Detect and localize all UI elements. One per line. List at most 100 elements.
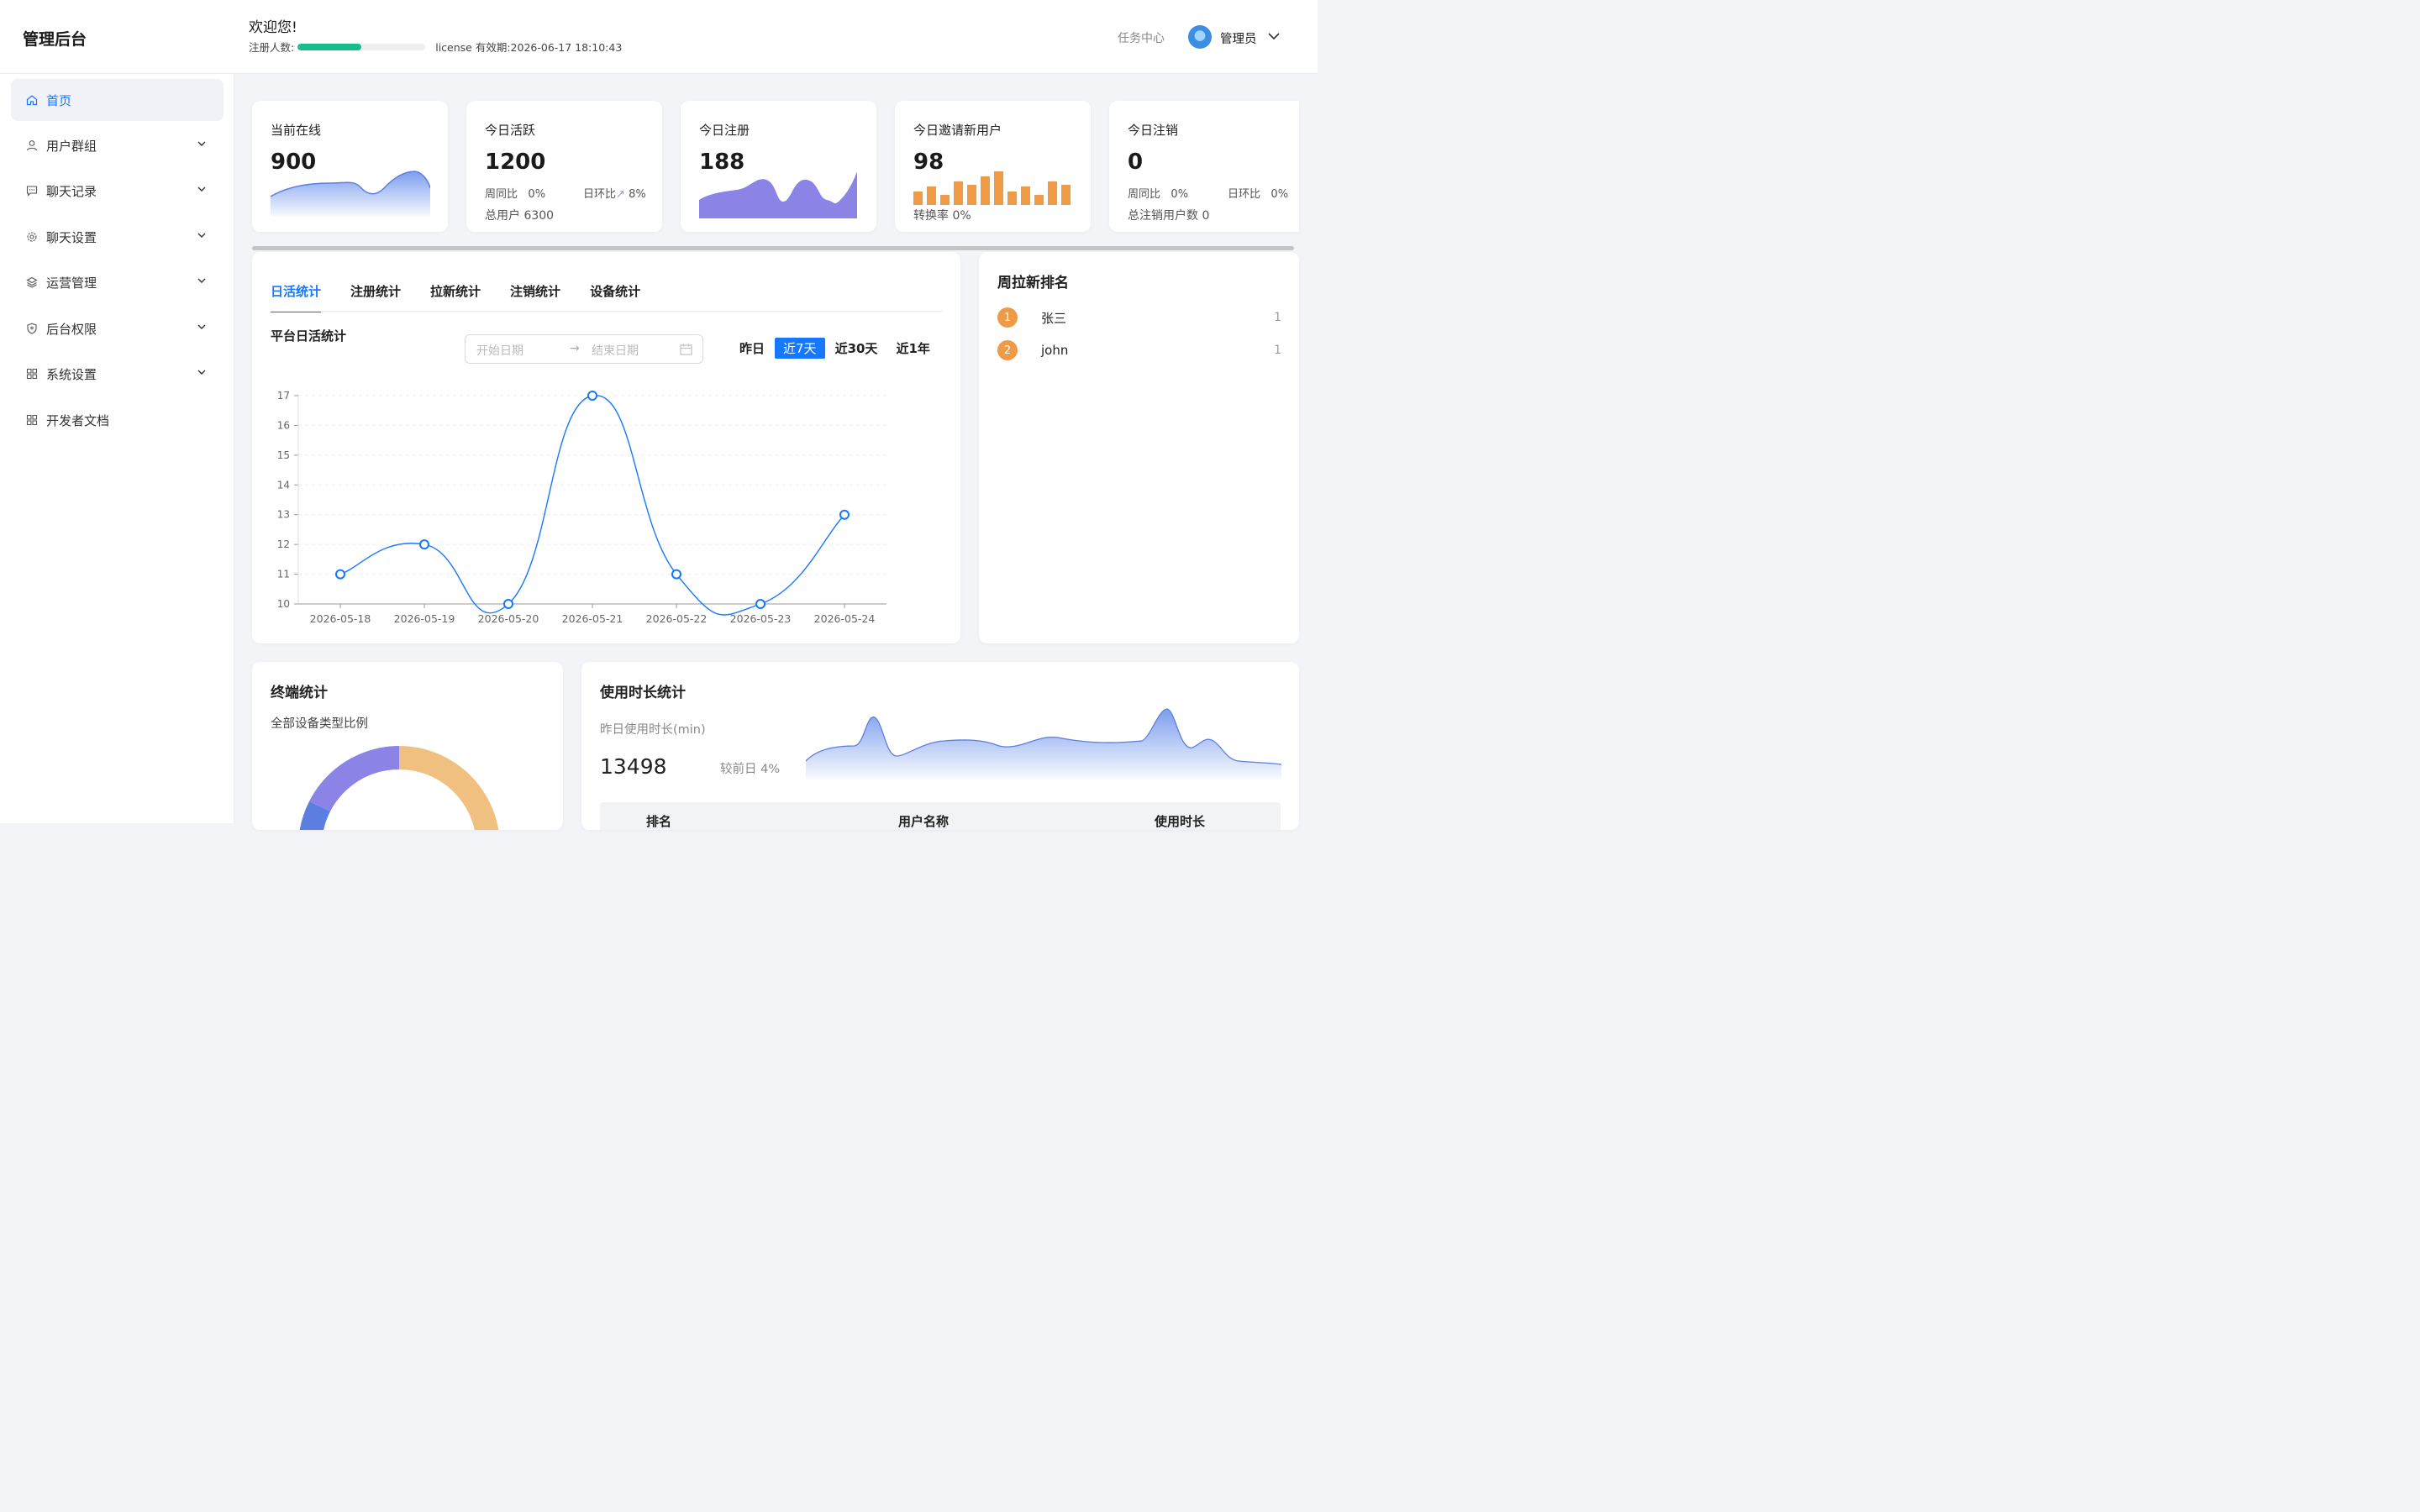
layers-icon	[26, 276, 38, 288]
range-1year-button[interactable]: 近1年	[887, 338, 938, 359]
start-date-input[interactable]: 开始日期	[476, 342, 523, 359]
date-range-picker[interactable]: 开始日期 → 结束日期	[465, 334, 703, 364]
ranking-title: 周拉新排名	[997, 275, 1069, 291]
week-compare-label: 周同比	[485, 188, 518, 201]
usage-label: 昨日使用时长(min)	[600, 723, 706, 737]
shield-icon	[26, 323, 38, 334]
online-sparkline	[271, 171, 430, 217]
terminal-title: 终端统计	[271, 685, 328, 701]
registration-progress-fill	[297, 43, 362, 50]
stat-value: 1200	[485, 150, 546, 175]
week-compare-value: 0%	[1171, 188, 1189, 201]
top-header: 管理后台 欢迎您! 注册人数: license 有效期:2026-06-17 1…	[0, 0, 1318, 74]
stat-title: 今日注册	[699, 123, 750, 138]
x-tick-label: 2026-05-22	[646, 612, 708, 625]
daily-active-line-chart: 10 11 12 13 14 15 16 17 2026-05-18 2026-05-19 2026…	[277, 390, 886, 625]
tabs-divider	[271, 311, 943, 312]
chevron-down-icon	[197, 141, 206, 146]
sidebar-item-user-groups[interactable]: 用户群组	[11, 124, 224, 166]
calendar-icon	[680, 344, 692, 355]
stat-card-invite: 今日邀请新用户 98 转换率 0%	[895, 101, 1091, 232]
weekly-invite-ranking-card: 周拉新排名 1 张三 1 2 john 1	[979, 252, 1299, 643]
usage-duration-card: 使用时长统计 昨日使用时长(min) 13498 较前日 4% 排名 用户名称 …	[581, 662, 1299, 830]
data-point	[419, 539, 429, 550]
usage-compare: 较前日 4%	[720, 763, 781, 776]
x-tick-label: 2026-05-23	[730, 612, 792, 625]
user-icon	[26, 139, 38, 151]
chevron-down-icon[interactable]	[1267, 30, 1281, 42]
chevron-down-icon	[197, 278, 206, 283]
sidebar-item-label: 首页	[46, 92, 72, 108]
y-tick-label: 15	[277, 449, 290, 461]
sidebar-item-label: 系统设置	[46, 366, 97, 382]
chart-tabs: 日活统计 注册统计 拉新统计 注销统计 设备统计	[271, 282, 670, 312]
stat-value: 0	[1128, 150, 1144, 175]
registration-label: 注册人数:	[249, 41, 295, 54]
task-center-link[interactable]: 任务中心	[1118, 29, 1165, 46]
rank-badge: 1	[997, 307, 1018, 328]
terminal-stats-card: 终端统计 全部设备类型比例	[252, 662, 563, 830]
chevron-down-icon	[197, 370, 206, 375]
week-compare: 周同比 0%	[1128, 185, 1188, 201]
conversion-rate: 转换率 0%	[913, 209, 971, 223]
gear-icon	[26, 231, 38, 243]
chevron-down-icon	[197, 186, 206, 192]
avatar[interactable]	[1188, 25, 1212, 49]
usage-table-header: 排名 用户名称 使用时长	[600, 802, 1281, 830]
tab-cancel[interactable]: 注销统计	[510, 282, 560, 310]
sidebar-item-system-settings[interactable]: 系统设置	[11, 353, 224, 395]
tab-daily-active[interactable]: 日活统计	[271, 282, 322, 312]
rank-score: 1	[1274, 311, 1281, 324]
chevron-down-icon	[197, 233, 206, 238]
trend-icon: ↗	[616, 188, 625, 201]
sidebar-item-label: 运营管理	[46, 275, 97, 291]
day-compare-value: 8%	[629, 188, 646, 201]
day-compare: 日环比↗ 8%	[583, 185, 646, 201]
column-header-duration: 使用时长	[1155, 814, 1206, 829]
x-tick-label: 2026-05-20	[478, 612, 539, 625]
daily-active-card: 日活统计 注册统计 拉新统计 注销统计 设备统计 平台日活统计 开始日期 → 结…	[252, 252, 960, 643]
sidebar-item-label: 用户群组	[46, 138, 97, 154]
sidebar-item-operations[interactable]: 运营管理	[11, 261, 224, 303]
stat-card-cancel: 今日注销 0 周同比 0% 日环比 0% 总注销用户数 0	[1109, 101, 1299, 232]
sidebar-item-label: 开发者文档	[46, 412, 110, 428]
sidebar: 首页 用户群组 聊天记录 聊天设置 运营管理 后台权限 系统设置 开发者文档	[0, 74, 234, 823]
usage-sparkline	[806, 708, 1281, 780]
stat-card-online: 当前在线 900	[252, 101, 448, 232]
data-point	[503, 599, 513, 609]
horizontal-scrollbar[interactable]	[252, 246, 1294, 250]
home-icon	[26, 94, 38, 106]
range-buttons: 昨日 近7天 近30天 近1年	[731, 338, 940, 359]
message-icon	[26, 185, 38, 197]
user-name[interactable]: 管理员	[1220, 29, 1257, 47]
stat-card-active: 今日活跃 1200 周同比 0% 日环比↗ 8% 总用户 6300	[466, 101, 662, 232]
sidebar-item-home[interactable]: 首页	[11, 79, 224, 121]
data-point	[755, 599, 765, 609]
sidebar-item-permissions[interactable]: 后台权限	[11, 307, 224, 349]
chart-title: 平台日活统计	[271, 328, 347, 344]
x-tick-label: 2026-05-21	[562, 612, 623, 625]
range-7days-button[interactable]: 近7天	[775, 338, 825, 359]
range-30days-button[interactable]: 近30天	[827, 338, 886, 359]
column-header-rank: 排名	[646, 814, 672, 829]
register-area-chart	[699, 171, 857, 218]
sidebar-item-chat-records[interactable]: 聊天记录	[11, 170, 224, 212]
sidebar-item-label: 后台权限	[46, 321, 97, 337]
tab-invite[interactable]: 拉新统计	[430, 282, 481, 310]
rank-user-name: john	[1041, 343, 1069, 358]
x-tick-label: 2026-05-19	[394, 612, 455, 625]
tab-register[interactable]: 注册统计	[350, 282, 401, 310]
sidebar-item-chat-settings[interactable]: 聊天设置	[11, 216, 224, 258]
end-date-input[interactable]: 结束日期	[592, 342, 639, 359]
data-point	[587, 391, 597, 401]
day-compare: 日环比 0%	[1228, 185, 1288, 201]
chevron-down-icon	[197, 324, 206, 329]
ranking-row: 1 张三 1	[997, 307, 1281, 328]
x-tick-label: 2026-05-18	[310, 612, 371, 625]
sidebar-item-developer-docs[interactable]: 开发者文档	[11, 399, 224, 441]
app-logo: 管理后台	[23, 30, 87, 49]
tab-device[interactable]: 设备统计	[590, 282, 640, 310]
data-point	[839, 509, 850, 520]
range-yesterday-button[interactable]: 昨日	[731, 338, 773, 359]
y-tick-label: 11	[277, 569, 290, 580]
